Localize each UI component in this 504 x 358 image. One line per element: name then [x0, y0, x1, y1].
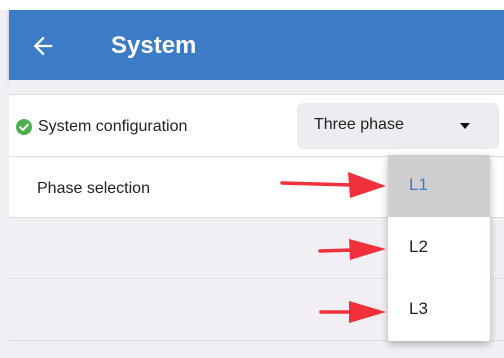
select-value: Three phase	[314, 116, 404, 133]
phase-dropdown-menu: L1 L2 L3	[388, 155, 490, 341]
system-configuration-label: System configuration	[38, 118, 188, 135]
dropdown-option-l2[interactable]: L2	[388, 217, 490, 279]
arrow-right-icon	[318, 239, 386, 260]
app-bar: System	[9, 10, 504, 80]
option-label: L1	[409, 175, 428, 194]
section-spacer	[9, 80, 504, 94]
top-background	[0, 0, 504, 10]
check-circle-icon	[16, 119, 32, 135]
phase-selection-label: Phase selection	[37, 180, 150, 197]
option-label: L2	[409, 237, 428, 256]
option-label: L3	[409, 299, 428, 318]
back-arrow-icon[interactable]	[29, 32, 57, 60]
system-configuration-row[interactable]: System configuration Three phase	[9, 94, 504, 156]
chevron-down-icon	[460, 123, 470, 129]
dropdown-option-l1[interactable]: L1	[388, 155, 490, 217]
page-title: System	[111, 32, 197, 59]
arrow-right-icon	[319, 301, 386, 323]
dropdown-option-l3[interactable]: L3	[388, 279, 490, 341]
system-configuration-select[interactable]: Three phase	[297, 103, 499, 149]
